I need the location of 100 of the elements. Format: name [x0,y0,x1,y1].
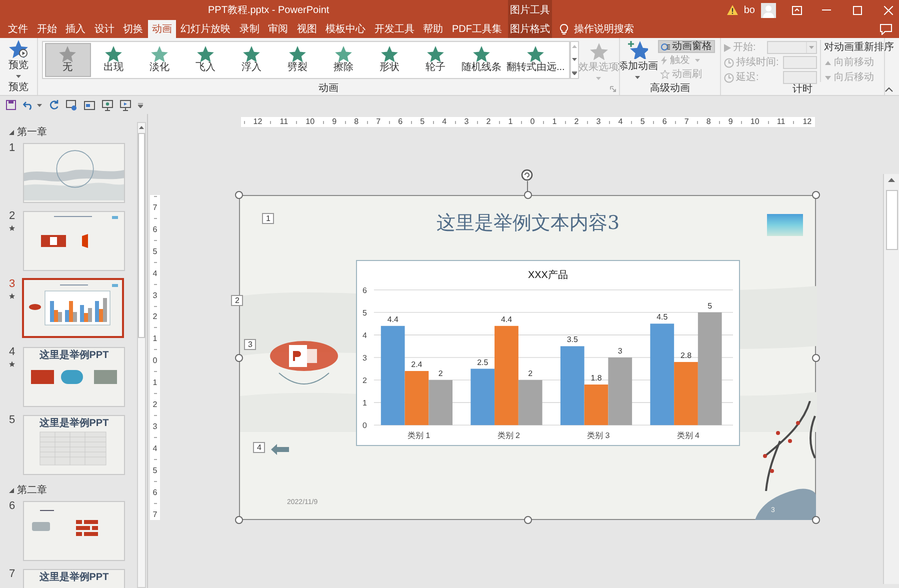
ruler-number: 4 [152,444,158,453]
ruler-number: 3 [596,117,601,127]
scroll-up-icon[interactable] [139,126,144,129]
redo-icon[interactable] [49,100,59,110]
ruler-number: 3 [152,422,158,432]
more-icon[interactable] [572,71,577,75]
data-label: 1.8 [590,374,602,383]
ribbon-tab[interactable]: 切换 [119,20,148,38]
data-label: 4.4 [387,314,398,324]
comment-icon[interactable] [880,24,892,35]
scroll-thumb[interactable] [886,190,898,250]
animation-order-tag[interactable]: 3 [244,339,256,350]
slide-thumbnail[interactable]: 这里是举例PPT [23,415,125,475]
ribbon-tab[interactable]: 开发工具 [370,20,418,38]
slide-thumbnail[interactable]: 这里是举例PPT [23,347,125,407]
animation-pane-button[interactable]: 动画窗格 [658,40,715,53]
tell-me-search[interactable]: 操作说明搜索 [560,20,634,38]
ribbon-tab[interactable]: PDF工具集 [448,20,506,38]
slide-thumbnail[interactable] [23,501,125,561]
y-axis-label: 5 [362,308,367,318]
ribbon-tab[interactable]: 插入 [62,20,90,38]
caret-icon[interactable] [16,75,21,78]
slide-number: 3 [8,278,16,291]
section-title[interactable]: 第二章 [17,482,47,498]
ruler-number: 9 [332,117,337,127]
scroll-thumb[interactable] [138,133,145,338]
resize-handle[interactable] [524,191,532,199]
rotate-icon[interactable] [521,169,533,181]
close-icon[interactable] [884,6,893,14]
animation-option[interactable]: 劈裂 [274,43,321,77]
animation-option[interactable]: 形状 [366,43,413,77]
resize-handle[interactable] [812,516,820,524]
slide-number: 5 [8,414,16,427]
user-name[interactable]: bo [744,2,755,18]
category-label: 类别 1 [408,431,430,440]
animation-option[interactable]: 出现 [90,43,137,77]
animation-star-icon [151,46,168,62]
animation-option[interactable]: 飞入 [182,43,229,77]
ribbon-tab[interactable]: 设计 [90,20,118,38]
ribbon-tab[interactable]: 审阅 [264,20,292,38]
chart-frame[interactable]: 0 1 2 3 4 5 6 类别 1 4.4 2.4 2 类别 2 2.5 4.4 2 类别 3 3.5 1.8 3 类别 4 4.5 2.8 5 XXX产品 [356,260,740,446]
vertical-scroll-bar[interactable] [883,174,899,584]
animation-option[interactable]: 翻转式由远... [504,43,567,77]
slide-thumbnail[interactable]: 这里是举例PPT [23,569,125,588]
animation-order-tag[interactable]: 4 [253,442,266,453]
animation-option[interactable]: 浮入 [228,43,275,77]
presentation-icon[interactable] [120,100,131,110]
ribbon-tab[interactable]: 帮助 [419,20,448,38]
warning-icon [726,5,738,15]
caret-icon[interactable] [635,76,640,79]
ribbon-tab[interactable]: 视图 [292,20,321,38]
ribbon-tab[interactable]: 开始 [32,20,61,38]
minimize-icon[interactable] [822,9,831,11]
group-label: 动画 [318,82,338,96]
reorder-title: 对动画重新排序 [822,40,894,55]
resize-handle[interactable] [235,191,243,199]
animation-option[interactable]: 淡化 [136,43,183,77]
ruler-number: 6 [152,488,158,497]
animation-order-tag[interactable]: 2 [231,295,244,306]
ribbon-tab[interactable]: 模板中心 [322,20,370,38]
preview-button[interactable]: 预览 [1,38,36,81]
animation-star-icon [59,46,76,62]
panel-scroll-bar[interactable] [137,122,146,588]
clock-icon [724,58,734,68]
resize-handle[interactable] [235,516,243,524]
scroll-down-icon[interactable] [572,58,577,61]
presentation-icon[interactable] [102,100,113,110]
caret-icon[interactable] [37,104,42,106]
data-label: 2 [438,369,443,378]
section-title[interactable]: 第一章 [17,124,47,140]
dialog-launcher-icon[interactable] [610,86,616,92]
scroll-up-icon[interactable] [888,178,895,182]
ribbon-tab[interactable]: 文件 [4,20,32,38]
save-icon[interactable] [6,100,16,110]
animation-option[interactable]: 擦除 [320,43,367,77]
animation-order-tag[interactable]: 1 [262,213,274,224]
collapse-ribbon-icon[interactable] [885,87,893,92]
animation-option[interactable]: 轮子 [412,43,459,77]
maximize-icon[interactable] [853,6,862,14]
undo-icon[interactable] [23,100,34,110]
ribbon-tab[interactable]: 录制 [235,20,264,38]
customize-toolbar-icon[interactable] [138,102,143,108]
avatar-icon[interactable] [761,2,776,18]
section-toggle-icon[interactable] [9,130,14,134]
slide-thumbnail[interactable] [23,211,125,271]
resize-handle[interactable] [812,191,820,199]
ribbon-tab[interactable]: 图片格式 [508,20,552,38]
slide-screen-icon[interactable] [66,100,77,110]
slide-number: 7 [8,568,16,581]
ribbon-tab[interactable]: 动画 [148,20,176,38]
ribbon-tab[interactable]: 幻灯片放映 [176,20,235,38]
section-toggle-icon[interactable] [9,488,14,492]
ruler-number: 0 [530,117,535,127]
animation-option[interactable]: 无 [44,43,91,77]
ruler-number: 11 [776,117,786,127]
ruler-number: 10 [750,117,760,127]
resize-handle[interactable] [235,354,243,362]
ribbon-display-icon[interactable] [792,6,802,14]
animation-option[interactable]: 随机线条 [458,43,505,77]
picture-frame-icon[interactable] [84,100,95,110]
